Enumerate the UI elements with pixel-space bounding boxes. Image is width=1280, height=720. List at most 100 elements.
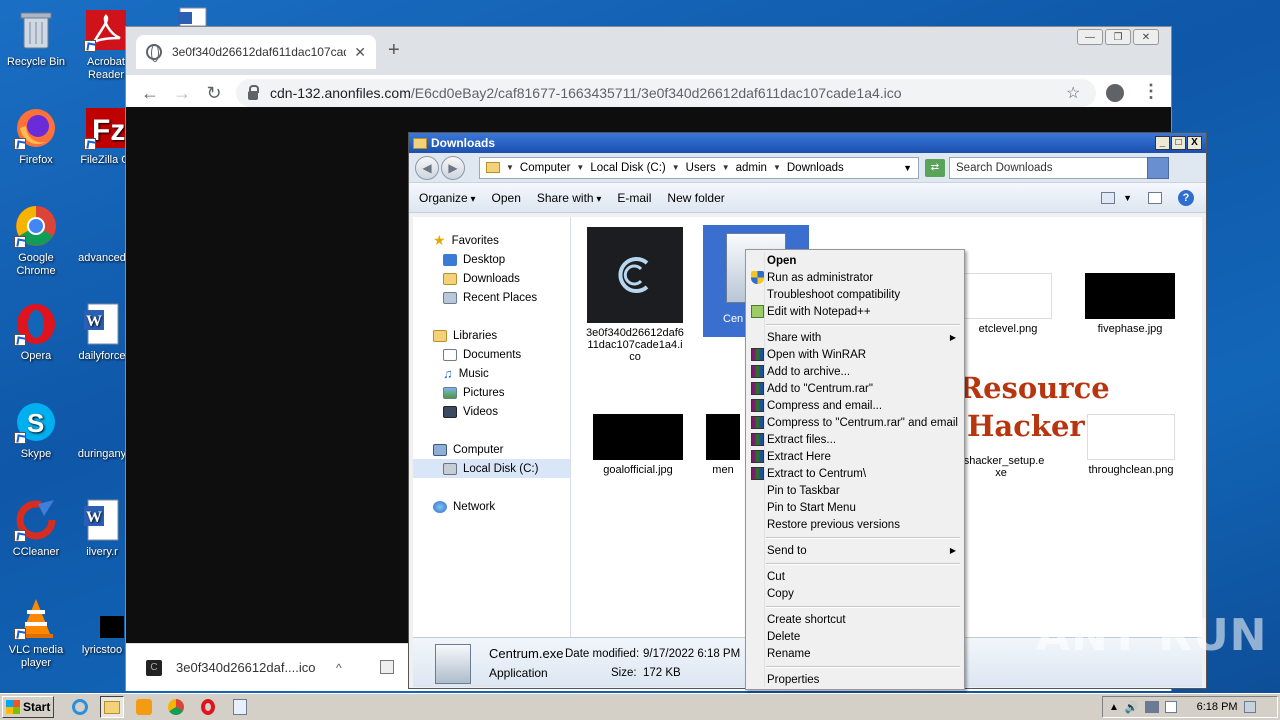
download-options-chevron[interactable]: ^ — [336, 661, 342, 675]
menu-item-extract-to-centrum[interactable]: Extract to Centrum\ — [748, 465, 962, 482]
file-item-fivephase[interactable]: fivephase.jpg — [1075, 273, 1185, 335]
menu-item-properties[interactable]: Properties — [748, 671, 962, 688]
profile-avatar-icon[interactable] — [1106, 84, 1124, 102]
more-menu-icon[interactable]: ⋮ — [1142, 81, 1160, 102]
nav-favorites[interactable]: ★ Favorites — [413, 231, 570, 250]
menu-item-pin-taskbar[interactable]: Pin to Taskbar — [748, 482, 962, 499]
reload-icon[interactable]: ↻ — [198, 83, 230, 104]
close-button[interactable]: X — [1187, 136, 1202, 150]
address-bar[interactable]: cdn-132.anonfiles.com/E6cd0eBay2/caf8167… — [236, 79, 1096, 107]
search-input[interactable]: Search Downloads — [949, 156, 1169, 179]
explorer-taskbar-icon[interactable] — [100, 696, 124, 718]
new-tab-button[interactable]: + — [388, 39, 400, 62]
search-icon[interactable] — [1147, 156, 1169, 179]
clock[interactable]: 6:18 PM — [1197, 701, 1238, 713]
browser-tab[interactable]: 3e0f340d26612daf611dac107cade ✕ — [136, 35, 376, 69]
bookmark-star-icon[interactable]: ☆ — [1066, 83, 1080, 103]
breadcrumb-computer[interactable]: Computer — [520, 162, 571, 174]
breadcrumb-downloads[interactable]: Downloads — [787, 162, 844, 174]
desktop-icon-opera[interactable]: Opera — [0, 302, 72, 363]
file-item-reshacker-setup[interactable]: Resource Hacker eshacker_setup.exe — [955, 369, 1110, 479]
nav-desktop[interactable]: Desktop — [413, 250, 570, 269]
nav-documents[interactable]: Documents — [413, 345, 570, 364]
network-tray-icon[interactable] — [1144, 701, 1159, 713]
show-desktop-icon[interactable] — [1243, 701, 1256, 713]
new-folder-button[interactable]: New folder — [667, 191, 724, 205]
explorer-title-bar[interactable]: Downloads _ □ X — [409, 133, 1206, 153]
menu-item-restore-versions[interactable]: Restore previous versions — [748, 516, 962, 533]
menu-item-compress-email[interactable]: Compress and email... — [748, 397, 962, 414]
nav-videos[interactable]: Videos — [413, 402, 570, 421]
download-item-name[interactable]: 3e0f340d26612daf....ico — [176, 660, 326, 675]
close-tab-icon[interactable]: ✕ — [354, 44, 366, 61]
menu-item-rename[interactable]: Rename — [748, 645, 962, 662]
nav-network[interactable]: Network — [413, 497, 570, 516]
forward-arrow-icon[interactable]: → — [166, 83, 198, 104]
menu-item-copy[interactable]: Copy — [748, 585, 962, 602]
menu-item-open[interactable]: Open — [748, 252, 962, 269]
file-item-goalofficial[interactable]: goalofficial.jpg — [583, 414, 693, 476]
menu-item-compress-centrum-email[interactable]: Compress to "Centrum.rar" and email — [748, 414, 962, 431]
media-player-icon[interactable] — [132, 696, 156, 718]
share-with-button[interactable]: Share with — [537, 191, 602, 205]
preview-pane-icon[interactable] — [1148, 191, 1162, 204]
organize-button[interactable]: Organize — [419, 191, 476, 205]
menu-item-send-to[interactable]: Send to ▶ — [748, 542, 962, 559]
breadcrumb-separator[interactable]: ▼ — [506, 163, 514, 172]
minimize-button[interactable]: _ — [1155, 136, 1170, 150]
menu-item-run-as-admin[interactable]: Run as administrator — [748, 269, 962, 286]
nav-downloads[interactable]: Downloads — [413, 269, 570, 288]
menu-item-open-winrar[interactable]: Open with WinRAR — [748, 346, 962, 363]
breadcrumb-separator[interactable]: ▼ — [672, 163, 680, 172]
nav-local-disk[interactable]: Local Disk (C:) — [413, 459, 570, 478]
desktop-icon-recycle-bin[interactable]: Recycle Bin — [0, 8, 72, 69]
nav-libraries[interactable]: Libraries — [413, 326, 570, 345]
notepad-taskbar-icon[interactable] — [228, 696, 252, 718]
nav-computer[interactable]: Computer — [413, 440, 570, 459]
breadcrumb-separator[interactable]: ▼ — [722, 163, 730, 172]
back-arrow-icon[interactable]: ← — [134, 83, 166, 104]
desktop-icon-vlc[interactable]: VLC media player — [0, 596, 72, 670]
change-view-icon[interactable] — [1101, 191, 1116, 204]
view-dropdown-icon[interactable]: ▼ — [1123, 193, 1132, 203]
minimize-button[interactable]: — — [1077, 29, 1103, 45]
maximize-button[interactable]: □ — [1171, 136, 1186, 150]
forward-button[interactable]: ▶ — [441, 155, 465, 180]
menu-item-notepadpp[interactable]: Edit with Notepad++ — [748, 303, 962, 320]
menu-item-pin-start[interactable]: Pin to Start Menu — [748, 499, 962, 516]
lock-icon[interactable] — [248, 84, 259, 100]
menu-item-add-centrum-rar[interactable]: Add to "Centrum.rar" — [748, 380, 962, 397]
file-item-men[interactable]: men — [703, 414, 743, 476]
chrome-taskbar-icon[interactable] — [164, 696, 188, 718]
desktop-icon-ccleaner[interactable]: CCleaner — [0, 498, 72, 559]
menu-item-add-archive[interactable]: Add to archive... — [748, 363, 962, 380]
breadcrumb-local-disk[interactable]: Local Disk (C:) — [590, 162, 665, 174]
open-button[interactable]: Open — [492, 191, 521, 205]
refresh-icon[interactable]: ⇄ — [925, 158, 945, 177]
file-item-ico[interactable]: 3e0f340d26612daf611dac107cade1a4.ico — [580, 227, 690, 363]
menu-item-delete[interactable]: Delete — [748, 628, 962, 645]
nav-pictures[interactable]: Pictures — [413, 383, 570, 402]
start-button[interactable]: Start — [2, 696, 54, 718]
breadcrumb-users[interactable]: Users — [686, 162, 716, 174]
maximize-button[interactable]: ❐ — [1105, 29, 1131, 45]
menu-item-extract-files[interactable]: Extract files... — [748, 431, 962, 448]
breadcrumb[interactable]: ▼ Computer ▼ Local Disk (C:) ▼ Users ▼ a… — [479, 156, 919, 179]
menu-item-cut[interactable]: Cut — [748, 568, 962, 585]
nav-music[interactable]: ♫ Music — [413, 364, 570, 383]
file-item-etclevel[interactable]: etclevel.png — [953, 273, 1063, 335]
menu-item-create-shortcut[interactable]: Create shortcut — [748, 611, 962, 628]
close-window-button[interactable]: ✕ — [1133, 29, 1159, 45]
opera-taskbar-icon[interactable] — [196, 696, 220, 718]
email-button[interactable]: E-mail — [617, 191, 651, 205]
menu-item-extract-here[interactable]: Extract Here — [748, 448, 962, 465]
flag-tray-icon[interactable]: ▲ — [1109, 702, 1119, 713]
desktop-icon-skype[interactable]: S Skype — [0, 400, 72, 461]
speaker-icon[interactable]: 🔊 — [1125, 701, 1139, 714]
help-icon[interactable]: ? — [1178, 189, 1194, 206]
back-button[interactable]: ◀ — [415, 155, 439, 180]
file-item-throughclean[interactable]: throughclean.png — [1076, 414, 1186, 476]
menu-item-share-with[interactable]: Share with ▶ — [748, 329, 962, 346]
desktop-icon-firefox[interactable]: Firefox — [0, 106, 72, 167]
desktop-icon-chrome[interactable]: Google Chrome — [0, 204, 72, 278]
